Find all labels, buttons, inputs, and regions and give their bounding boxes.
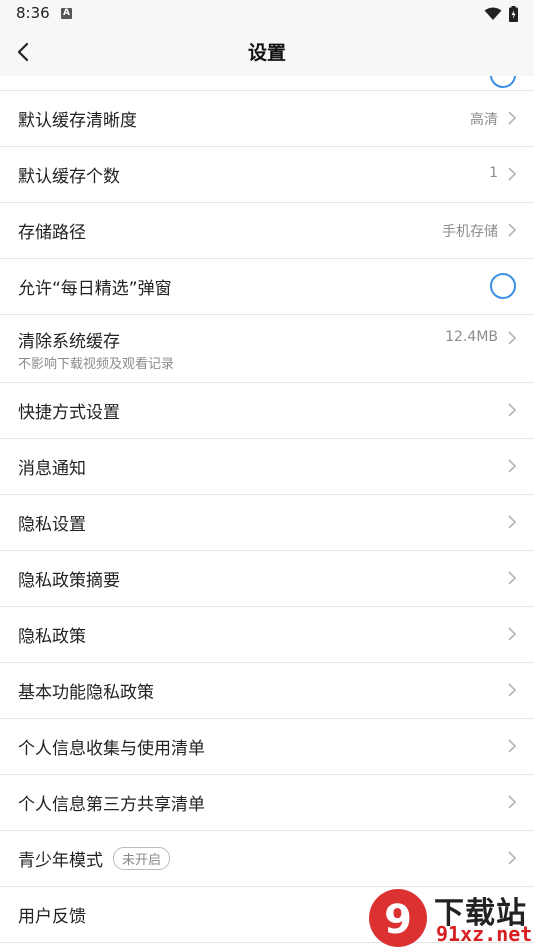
watermark-domain: 91xz.net: [436, 922, 533, 946]
settings-row-shortcut[interactable]: 快捷方式设置: [0, 383, 534, 439]
row-value: 12.4MB: [445, 329, 498, 345]
row-label: 隐私设置: [18, 515, 86, 535]
app-bar: 设置: [0, 28, 534, 76]
row-label: 隐私政策: [18, 627, 86, 647]
chevron-right-icon: [508, 683, 516, 697]
status-time: 8:36: [16, 4, 50, 22]
settings-list: 默认缓存清晰度 高清 默认缓存个数 1 存储路径 手机存储 允许“每日精选”弹窗…: [0, 76, 534, 943]
settings-row-info-collection[interactable]: 个人信息收集与使用清单: [0, 719, 534, 775]
settings-row-teen-mode[interactable]: 青少年模式 未开启: [0, 831, 534, 887]
settings-row-privacy-policy[interactable]: 隐私政策: [0, 607, 534, 663]
daily-popup-toggle[interactable]: [490, 273, 516, 299]
row-subtitle: 不影响下载视频及观看记录: [18, 357, 175, 372]
chevron-right-icon: [508, 403, 516, 417]
settings-row-storage-path[interactable]: 存储路径 手机存储: [0, 203, 534, 259]
chevron-right-icon: [508, 515, 516, 529]
row-label: 快捷方式设置: [18, 403, 120, 423]
row-label: 用户反馈: [18, 907, 86, 927]
settings-row-cache-quality[interactable]: 默认缓存清晰度 高清: [0, 91, 534, 147]
battery-icon: [509, 6, 518, 22]
row-label-wrap: 青少年模式 未开启: [18, 846, 171, 871]
row-value: 高清: [470, 112, 498, 128]
chevron-right-icon: [508, 627, 516, 641]
page-title: 设置: [247, 42, 286, 64]
row-value: 手机存储: [442, 224, 498, 240]
settings-row-notifications[interactable]: 消息通知: [0, 439, 534, 495]
settings-row-clear-cache[interactable]: 清除系统缓存 不影响下载视频及观看记录 12.4MB: [0, 315, 534, 383]
chevron-right-icon: [508, 459, 516, 473]
status-badge: 未开启: [113, 847, 171, 870]
row-label: 默认缓存清晰度: [18, 111, 137, 131]
chevron-right-icon: [508, 167, 516, 181]
row-label: 隐私政策摘要: [18, 571, 120, 591]
row-value: 1: [489, 165, 498, 181]
chevron-right-icon: [508, 223, 516, 237]
chevron-right-icon: [508, 111, 516, 125]
row-label: 个人信息第三方共享清单: [18, 795, 205, 815]
row-label: 消息通知: [18, 459, 86, 479]
row-label: 默认缓存个数: [18, 167, 120, 187]
row-label: 存储路径: [18, 223, 86, 243]
svg-text:9: 9: [384, 897, 412, 943]
settings-row-basic-privacy[interactable]: 基本功能隐私政策: [0, 663, 534, 719]
chevron-right-icon: [508, 571, 516, 585]
status-bar: 8:36 A: [0, 0, 534, 28]
settings-row-partial[interactable]: [0, 76, 534, 91]
chevron-right-icon: [508, 331, 516, 345]
toggle-switch[interactable]: [490, 76, 516, 88]
row-label: 基本功能隐私政策: [18, 683, 154, 703]
settings-row-third-party[interactable]: 个人信息第三方共享清单: [0, 775, 534, 831]
notification-icon: A: [61, 8, 72, 19]
settings-row-privacy-summary[interactable]: 隐私政策摘要: [0, 551, 534, 607]
chevron-right-icon: [508, 795, 516, 809]
chevron-right-icon: [508, 739, 516, 753]
row-label: 允许“每日精选”弹窗: [18, 279, 172, 299]
row-label: 个人信息收集与使用清单: [18, 739, 205, 759]
row-label: 清除系统缓存: [18, 332, 120, 352]
row-label: 青少年模式: [18, 851, 103, 871]
settings-row-cache-count[interactable]: 默认缓存个数 1: [0, 147, 534, 203]
settings-row-privacy-settings[interactable]: 隐私设置: [0, 495, 534, 551]
wifi-icon: [484, 7, 502, 20]
chevron-right-icon: [508, 851, 516, 865]
settings-row-daily-popup: 允许“每日精选”弹窗: [0, 259, 534, 315]
